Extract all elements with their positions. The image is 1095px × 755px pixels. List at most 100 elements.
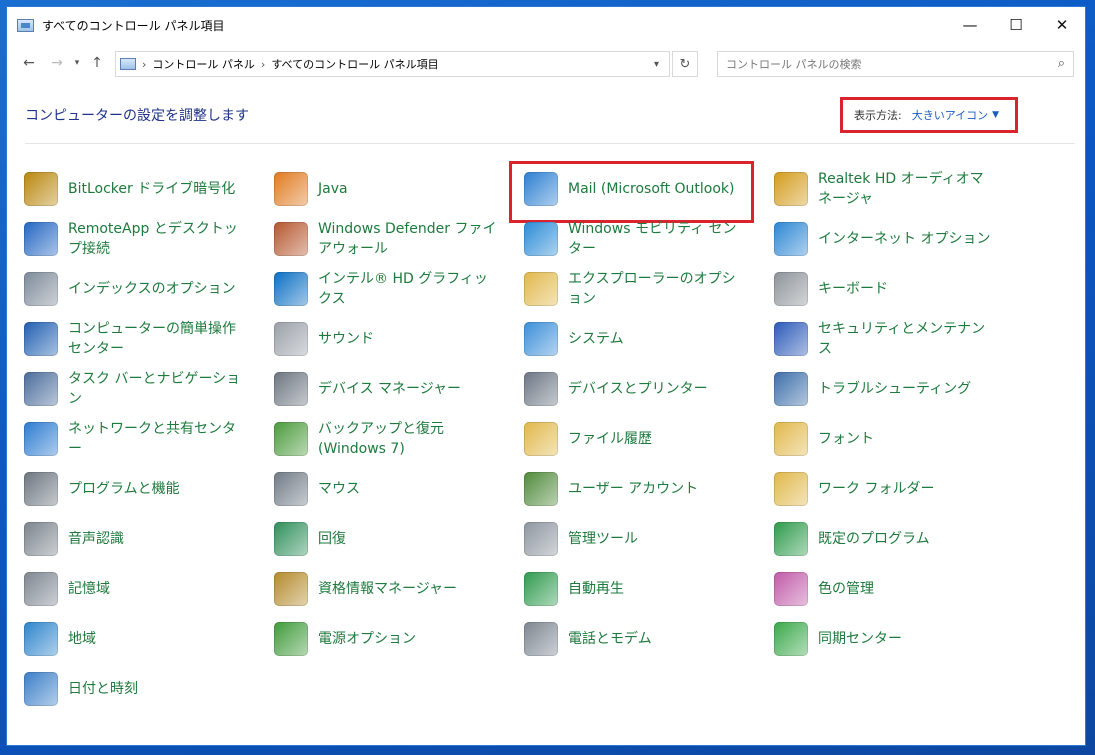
back-arrow-icon[interactable]: ← [17,55,41,71]
control-panel-item[interactable]: Realtek HD オーディオマネージャ [757,167,997,211]
control-panel-item[interactable]: BitLocker ドライブ暗号化 [7,167,247,211]
item-label[interactable]: コンピューターの簡単操作センター [68,319,247,359]
control-panel-item[interactable]: ワーク フォルダー [757,467,997,511]
control-panel-item[interactable]: ネットワークと共有センター [7,417,247,461]
item-label[interactable]: 既定のプログラム [818,529,997,549]
control-panel-item[interactable]: デバイスとプリンター [507,367,747,411]
control-panel-item[interactable]: インテル® HD グラフィックス [257,267,497,311]
item-label[interactable]: RemoteApp とデスクトップ接続 [68,219,247,259]
item-label[interactable]: フォント [818,429,997,449]
close-button[interactable]: ✕ [1039,7,1085,43]
refresh-icon[interactable]: ↻ [672,51,698,77]
item-label[interactable]: ワーク フォルダー [818,479,997,499]
item-label[interactable]: トラブルシューティング [818,379,997,399]
control-panel-item[interactable]: マウス [257,467,497,511]
control-panel-item[interactable]: 自動再生 [507,567,747,611]
search-input[interactable]: コントロール パネルの検索 ⌕ [717,51,1074,77]
item-label[interactable]: ファイル履歴 [568,429,747,449]
item-label[interactable]: 同期センター [818,629,997,649]
item-label[interactable]: システム [568,329,747,349]
control-panel-item[interactable]: 音声認識 [7,517,247,561]
control-panel-item[interactable]: 電話とモデム [507,617,747,661]
control-panel-item[interactable]: タスク バーとナビゲーション [7,367,247,411]
control-panel-item[interactable]: Windows モビリティ センター [507,217,747,261]
control-panel-item[interactable]: デバイス マネージャー [257,367,497,411]
item-label[interactable]: デバイス マネージャー [318,379,497,399]
item-label[interactable]: 日付と時刻 [68,679,247,699]
item-label[interactable]: エクスプローラーのオプション [568,269,747,309]
control-panel-item[interactable]: Java [257,167,497,211]
item-label[interactable]: キーボード [818,279,997,299]
item-label[interactable]: マウス [318,479,497,499]
item-label[interactable]: 管理ツール [568,529,747,549]
control-panel-item[interactable]: サウンド [257,317,497,361]
item-label[interactable]: 地域 [68,629,247,649]
control-panel-item[interactable]: インターネット オプション [757,217,997,261]
control-panel-item[interactable]: エクスプローラーのオプション [507,267,747,311]
up-arrow-icon[interactable]: ↑ [85,55,109,71]
item-label[interactable]: BitLocker ドライブ暗号化 [68,179,247,199]
item-label[interactable]: 電話とモデム [568,629,747,649]
item-label[interactable]: 電源オプション [318,629,497,649]
control-panel-item[interactable]: 資格情報マネージャー [257,567,497,611]
control-panel-item[interactable]: ファイル履歴 [507,417,747,461]
item-label[interactable]: Mail (Microsoft Outlook) [568,179,747,199]
item-label[interactable]: Windows モビリティ センター [568,219,747,259]
item-label[interactable]: Java [318,179,497,199]
item-label[interactable]: バックアップと復元 (Windows 7) [318,419,497,459]
item-label[interactable]: 資格情報マネージャー [318,579,497,599]
item-label[interactable]: 自動再生 [568,579,747,599]
item-label[interactable]: Windows Defender ファイアウォール [318,219,497,259]
internet-options-icon [774,222,808,256]
control-panel-item[interactable]: RemoteApp とデスクトップ接続 [7,217,247,261]
item-label[interactable]: インターネット オプション [818,229,997,249]
control-panel-item[interactable]: 既定のプログラム [757,517,997,561]
item-label[interactable]: タスク バーとナビゲーション [68,369,247,409]
window-controls: — ☐ ✕ [947,7,1085,43]
item-label[interactable]: 回復 [318,529,497,549]
control-panel-item[interactable]: 回復 [257,517,497,561]
control-panel-item[interactable]: コンピューターの簡単操作センター [7,317,247,361]
control-panel-item[interactable]: 地域 [7,617,247,661]
item-label[interactable]: セキュリティとメンテナンス [818,319,997,359]
breadcrumb-control-panel[interactable]: コントロール パネル [152,56,255,72]
view-by-dropdown[interactable]: 大きいアイコン [912,107,988,123]
control-panel-item[interactable]: Mail (Microsoft Outlook) [507,167,747,211]
item-label[interactable]: インデックスのオプション [68,279,247,299]
control-panel-item[interactable]: 電源オプション [257,617,497,661]
control-panel-item[interactable]: ユーザー アカウント [507,467,747,511]
control-panel-item[interactable]: 記憶域 [7,567,247,611]
maximize-button[interactable]: ☐ [993,7,1039,43]
item-label[interactable]: 記憶域 [68,579,247,599]
control-panel-item[interactable]: 色の管理 [757,567,997,611]
control-panel-item[interactable]: フォント [757,417,997,461]
item-label[interactable]: デバイスとプリンター [568,379,747,399]
item-label[interactable]: インテル® HD グラフィックス [318,269,497,309]
item-label[interactable]: プログラムと機能 [68,479,247,499]
forward-arrow-icon[interactable]: → [45,55,69,71]
item-label[interactable]: 音声認識 [68,529,247,549]
recent-locations-chevron-icon[interactable]: ▾ [69,58,85,68]
minimize-button[interactable]: — [947,7,993,43]
control-panel-item[interactable]: 同期センター [757,617,997,661]
address-dropdown-icon[interactable]: ▾ [654,59,659,70]
control-panel-item[interactable]: Windows Defender ファイアウォール [257,217,497,261]
breadcrumb-all-items[interactable]: すべてのコントロール パネル項目 [271,56,438,72]
item-label[interactable]: ユーザー アカウント [568,479,747,499]
control-panel-item[interactable]: セキュリティとメンテナンス [757,317,997,361]
address-bar[interactable]: › コントロール パネル › すべてのコントロール パネル項目 ▾ [115,51,670,77]
item-label[interactable]: サウンド [318,329,497,349]
control-panel-item[interactable]: トラブルシューティング [757,367,997,411]
control-panel-item[interactable]: 管理ツール [507,517,747,561]
control-panel-item[interactable]: システム [507,317,747,361]
item-label[interactable]: ネットワークと共有センター [68,419,247,459]
control-panel-item[interactable]: プログラムと機能 [7,467,247,511]
control-panel-item[interactable]: 日付と時刻 [7,667,247,711]
chevron-down-icon[interactable]: ▼ [992,110,999,120]
control-panel-item[interactable]: インデックスのオプション [7,267,247,311]
item-label[interactable]: Realtek HD オーディオマネージャ [818,169,997,209]
item-label[interactable]: 色の管理 [818,579,997,599]
control-panel-item[interactable]: バックアップと復元 (Windows 7) [257,417,497,461]
search-icon[interactable]: ⌕ [1058,56,1065,71]
control-panel-item[interactable]: キーボード [757,267,997,311]
